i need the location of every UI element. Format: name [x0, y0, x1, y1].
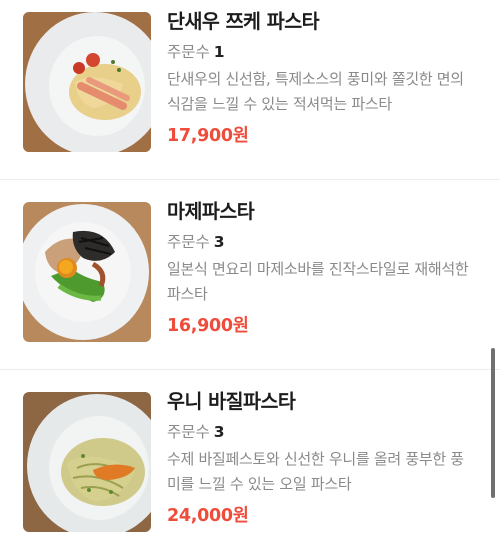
order-count-label: 주문수 [167, 423, 210, 441]
menu-item-description: 단새우의 신선함, 특제소스의 풍미와 쫄깃한 면의 식감을 느낄 수 있는 적… [167, 70, 464, 113]
order-count: 주문수 1 [167, 41, 482, 63]
menu-item-info: 마제파스타 주문수 3 일본식 면요리 마제소바를 진작스타일로 재해석한 파스타… [167, 198, 482, 339]
menu-item[interactable]: 우니 바질파스타 주문수 3 수제 바질페스토와 신선한 우니를 올려 풍부한 풍… [0, 370, 500, 545]
menu-item[interactable]: 단새우 쯔케 파스타 주문수 1 단새우의 신선함, 특제소스의 풍미와 쫄깃한 … [0, 0, 500, 180]
menu-item-title: 마제파스타 [167, 200, 255, 223]
menu-item-info: 우니 바질파스타 주문수 3 수제 바질페스토와 신선한 우니를 올려 풍부한 풍… [167, 388, 482, 529]
menu-item-description: 일본식 면요리 마제소바를 진작스타일로 재해석한 파스타 [167, 260, 469, 303]
order-count-value: 1 [213, 43, 225, 61]
order-count-label: 주문수 [167, 233, 210, 251]
uni-basil-pasta-dish-image [23, 392, 151, 532]
scrollbar[interactable] [491, 348, 495, 498]
maze-pasta-dish-image [23, 202, 151, 342]
menu-item-title: 우니 바질파스타 [167, 390, 296, 413]
menu-list: 단새우 쯔케 파스타 주문수 1 단새우의 신선함, 특제소스의 풍미와 쫄깃한 … [0, 0, 500, 545]
menu-item-price: 16,900원 [167, 316, 249, 336]
menu-item-info: 단새우 쯔케 파스타 주문수 1 단새우의 신선함, 특제소스의 풍미와 쫄깃한 … [167, 8, 482, 149]
menu-item-description: 수제 바질페스토와 신선한 우니를 올려 풍부한 풍미를 느낄 수 있는 오일 … [167, 450, 464, 493]
order-count-label: 주문수 [167, 43, 210, 61]
pasta-shrimp-dish-image [23, 12, 151, 152]
menu-item-title: 단새우 쯔케 파스타 [167, 10, 320, 33]
order-count-value: 3 [213, 233, 225, 251]
order-count: 주문수 3 [167, 421, 482, 443]
menu-item-price: 17,900원 [167, 126, 249, 146]
order-count: 주문수 3 [167, 231, 482, 253]
order-count-value: 3 [213, 423, 225, 441]
menu-item-price: 24,000원 [167, 506, 249, 526]
menu-item[interactable]: 마제파스타 주문수 3 일본식 면요리 마제소바를 진작스타일로 재해석한 파스타… [0, 180, 500, 370]
